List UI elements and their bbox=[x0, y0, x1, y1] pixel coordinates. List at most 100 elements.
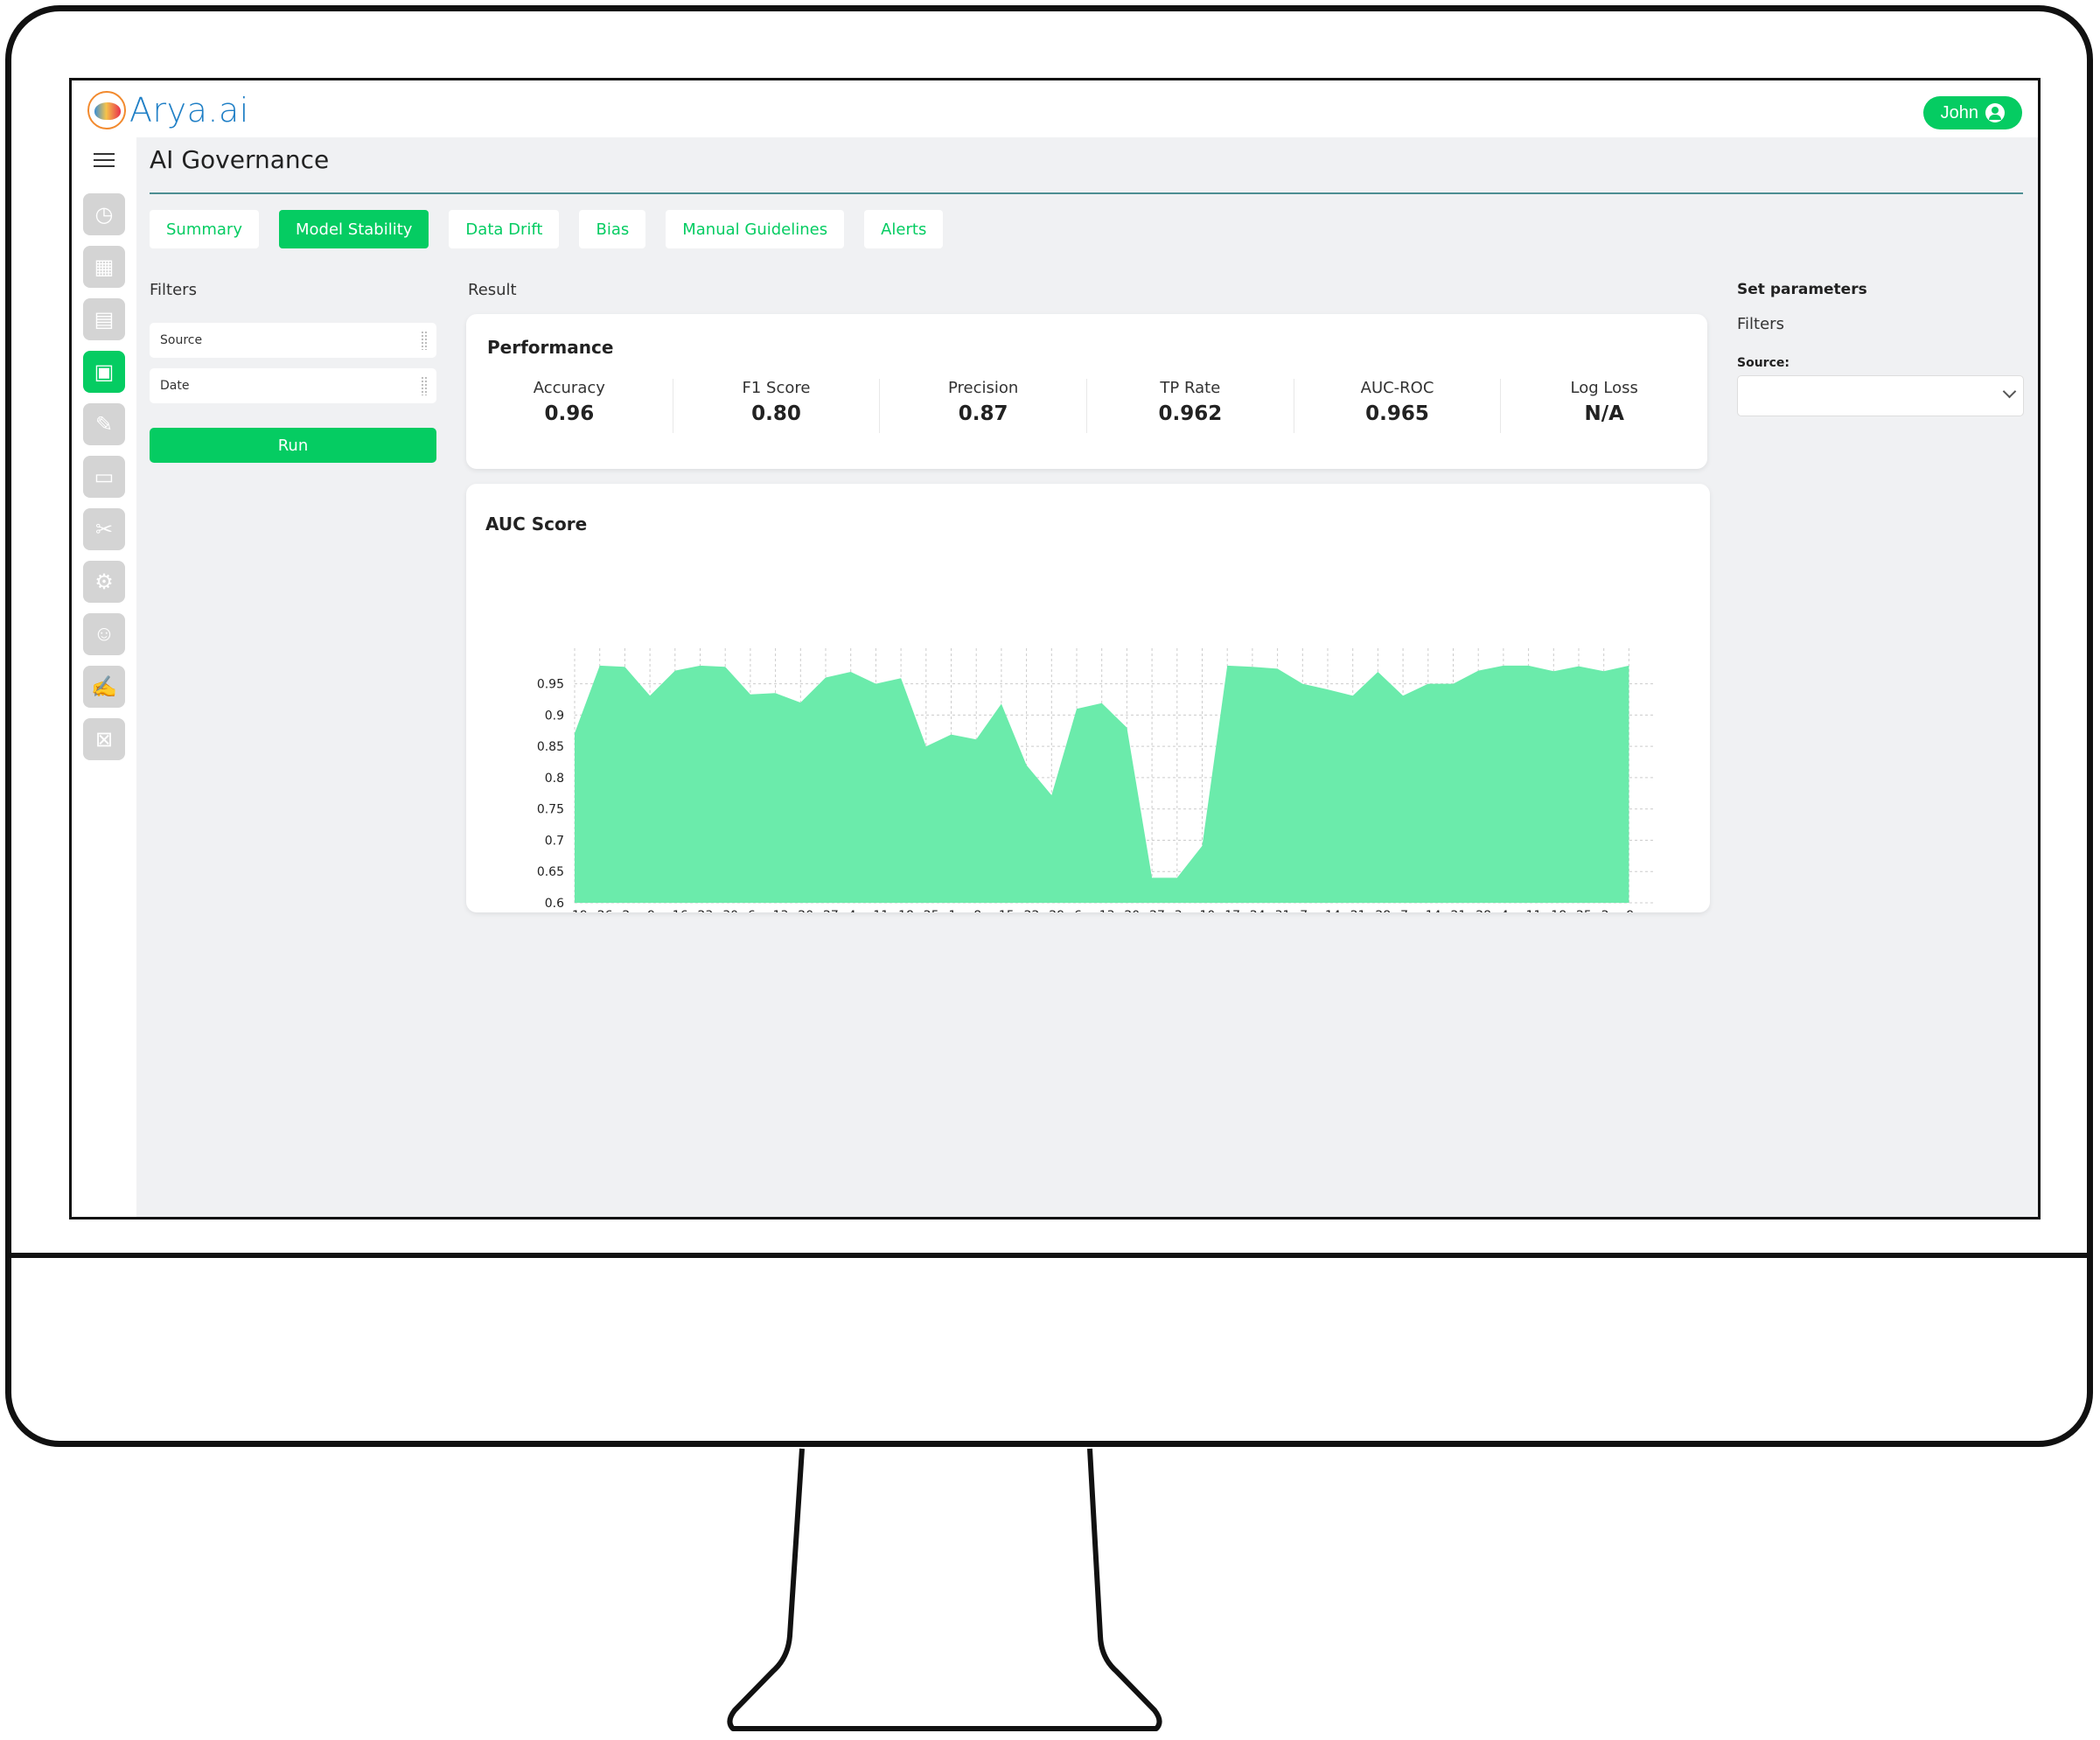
hamburger-menu-icon[interactable] bbox=[94, 153, 115, 169]
sidebar-item-reports[interactable]: ▤ bbox=[83, 298, 125, 340]
tab-summary[interactable]: Summary bbox=[150, 210, 259, 248]
source-filter[interactable]: Source bbox=[150, 323, 436, 358]
report-icon: ▤ bbox=[94, 307, 115, 332]
brand-logo[interactable]: Arya.ai bbox=[87, 91, 249, 129]
tab-manual-guidelines[interactable]: Manual Guidelines bbox=[666, 210, 845, 248]
y-tick-label: 0.75 bbox=[537, 803, 564, 817]
x-tick-label: 21-Mar bbox=[1451, 909, 1475, 912]
x-tick-label: 1-Nov bbox=[949, 909, 973, 912]
performance-card: Performance Accuracy 0.96 F1 Score 0.80 … bbox=[466, 314, 1707, 469]
x-tick-label: 25-Oct bbox=[924, 909, 945, 912]
metrics-row: Accuracy 0.96 F1 Score 0.80 Precision 0.… bbox=[466, 379, 1707, 433]
x-tick-label: 2-May bbox=[1601, 909, 1627, 912]
brand-name: Arya.ai bbox=[129, 91, 249, 129]
x-tick-label: 28-Mar bbox=[1476, 909, 1499, 912]
metric-f1-score: F1 Score 0.80 bbox=[673, 379, 881, 433]
feedback-icon: ✍ bbox=[91, 674, 117, 699]
x-tick-label: 6-Sep bbox=[748, 909, 771, 912]
x-tick-label: 27-Sep bbox=[823, 909, 847, 912]
x-tick-label: 23-Aug bbox=[698, 909, 722, 912]
y-tick-label: 0.7 bbox=[545, 834, 564, 848]
dashboard-icon: ▦ bbox=[94, 255, 115, 279]
sidebar-item-settings[interactable]: ⚙ bbox=[83, 561, 125, 603]
x-tick-label: 4-Apr bbox=[1501, 909, 1522, 912]
x-tick-label: 9-May bbox=[1626, 909, 1651, 912]
x-tick-label: 11-Oct bbox=[873, 909, 895, 912]
parameters-filters-label: Filters bbox=[1737, 315, 1784, 333]
drawer-icon: ▭ bbox=[94, 465, 115, 489]
sidebar-item-feedback[interactable]: ✍ bbox=[83, 666, 125, 708]
clipboard-icon: ✎ bbox=[94, 412, 114, 437]
gears-icon: ⚙ bbox=[94, 570, 114, 594]
user-menu-button[interactable]: John bbox=[1922, 96, 2022, 129]
tab-model-stability[interactable]: Model Stability bbox=[279, 210, 429, 248]
x-tick-label: 30-Aug bbox=[722, 909, 746, 912]
source-select[interactable] bbox=[1737, 375, 2024, 416]
sidebar-item-dashboard[interactable]: ▦ bbox=[83, 246, 125, 288]
sidebar-item-ai-governance[interactable]: ▣ bbox=[83, 351, 125, 393]
x-tick-label: 11-Apr bbox=[1526, 909, 1547, 912]
top-bar: Arya.ai John bbox=[72, 80, 2038, 137]
metric-auc-roc: AUC-ROC 0.965 bbox=[1294, 379, 1502, 433]
drag-handle-icon[interactable] bbox=[421, 376, 428, 395]
x-tick-label: 14-Feb bbox=[1325, 909, 1347, 912]
app-screen: Arya.ai John ◷ ▦ ▤ ▣ ✎ ▭ ✂ ⚙ ☺ ✍ ⊠ AI Governance S… bbox=[69, 78, 2041, 1219]
x-tick-label: 10-Jan bbox=[1199, 909, 1220, 912]
sidebar: ◷ ▦ ▤ ▣ ✎ ▭ ✂ ⚙ ☺ ✍ ⊠ bbox=[72, 137, 136, 1217]
x-tick-label: 27-Dec bbox=[1149, 909, 1173, 912]
sidebar-item-support[interactable]: ☺ bbox=[83, 613, 125, 655]
y-tick-label: 0.95 bbox=[537, 678, 564, 692]
sidebar-item-storage[interactable]: ▭ bbox=[83, 456, 125, 498]
tools-icon: ✂ bbox=[94, 517, 114, 542]
metric-value: 0.962 bbox=[1158, 402, 1223, 425]
set-parameters-title: Set parameters bbox=[1737, 281, 1867, 298]
x-tick-label: 20-Dec bbox=[1124, 909, 1148, 912]
metric-value: 0.80 bbox=[751, 402, 801, 425]
x-tick-label: 4-Oct bbox=[848, 909, 870, 912]
date-filter[interactable]: Date bbox=[150, 368, 436, 403]
y-tick-label: 0.65 bbox=[537, 865, 564, 879]
x-tick-label: 18-Oct bbox=[898, 909, 920, 912]
x-tick-label: 6-Dec bbox=[1074, 909, 1098, 912]
metric-log-loss: Log Loss N/A bbox=[1501, 379, 1707, 433]
metric-label: F1 Score bbox=[742, 379, 811, 397]
sidebar-item-history[interactable]: ◷ bbox=[83, 193, 125, 235]
metric-accuracy: Accuracy 0.96 bbox=[466, 379, 673, 433]
support-agent-icon: ☺ bbox=[93, 622, 115, 646]
y-tick-label: 0.85 bbox=[537, 740, 564, 754]
x-tick-label: 20-Sep bbox=[798, 909, 821, 912]
x-tick-label: 28-Feb bbox=[1375, 909, 1397, 912]
sidebar-item-checklist[interactable]: ✎ bbox=[83, 403, 125, 445]
x-tick-label: 3-Jan bbox=[1174, 909, 1194, 912]
x-tick-label: 26-Jul bbox=[597, 909, 617, 912]
x-tick-label: 9-Aug bbox=[647, 909, 671, 912]
run-button[interactable]: Run bbox=[150, 428, 436, 463]
x-tick-label: 14-Mar bbox=[1426, 909, 1449, 912]
x-tick-label: 13-Sep bbox=[773, 909, 797, 912]
source-filter-label: Source bbox=[160, 333, 203, 347]
title-divider bbox=[150, 192, 2023, 194]
filters-heading: Filters bbox=[150, 281, 197, 299]
y-tick-label: 0.9 bbox=[545, 709, 564, 723]
sidebar-item-close-window[interactable]: ⊠ bbox=[83, 718, 125, 760]
tab-bias[interactable]: Bias bbox=[579, 210, 646, 248]
metric-value: 0.87 bbox=[958, 402, 1008, 425]
metric-label: Precision bbox=[948, 379, 1019, 397]
metric-value: N/A bbox=[1584, 402, 1624, 425]
user-avatar-icon bbox=[1985, 103, 2005, 122]
metric-value: 0.965 bbox=[1365, 402, 1429, 425]
metric-label: TP Rate bbox=[1160, 379, 1221, 397]
brain-logo-icon bbox=[87, 91, 126, 129]
x-tick-label: 29-Nov bbox=[1049, 909, 1072, 912]
sidebar-item-tools[interactable]: ✂ bbox=[83, 508, 125, 550]
source-select-label: Source: bbox=[1737, 356, 1790, 370]
tab-alerts[interactable]: Alerts bbox=[864, 210, 944, 248]
auc-chart-card: AUC Score 0.60.650.70.750.80.850.90.9519… bbox=[466, 484, 1710, 912]
monitor-chin-divider bbox=[5, 1253, 2093, 1258]
clock-icon: ◷ bbox=[94, 202, 114, 227]
x-tick-label: 31-Jan bbox=[1274, 909, 1295, 912]
x-tick-label: 7-Feb bbox=[1300, 909, 1322, 912]
x-tick-label: 21-Feb bbox=[1350, 909, 1372, 912]
tab-data-drift[interactable]: Data Drift bbox=[449, 210, 560, 248]
drag-handle-icon[interactable] bbox=[421, 331, 428, 350]
